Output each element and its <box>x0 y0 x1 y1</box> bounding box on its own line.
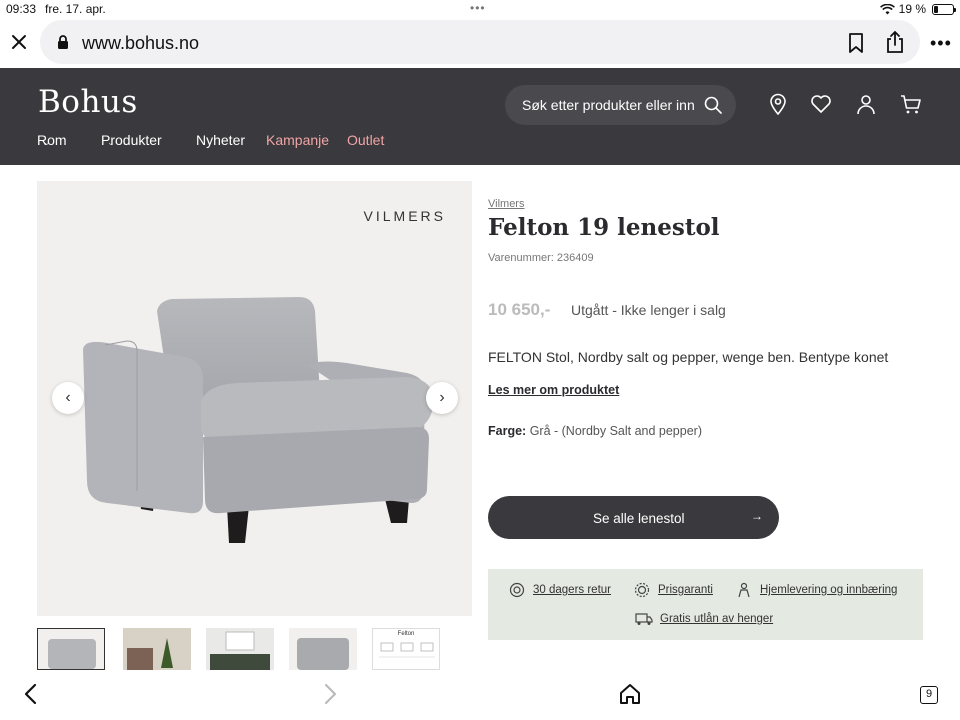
cart-icon[interactable] <box>900 93 922 115</box>
bookmark-icon[interactable] <box>846 32 866 54</box>
armchair-thumbnail <box>297 638 349 670</box>
product-price: 10 650,- <box>488 300 551 319</box>
heart-icon[interactable] <box>810 93 832 115</box>
nav-item-label: Produkter <box>101 132 162 148</box>
brand-mark: VILMERS <box>363 208 446 224</box>
trailer-icon <box>635 613 653 625</box>
cta-label: Se alle lenestol <box>593 511 685 526</box>
search-placeholder: Søk etter produkter eller innl <box>522 97 694 113</box>
thumbnail-2[interactable] <box>123 628 191 670</box>
nav-item-rom[interactable]: Rom ⌄ <box>37 132 67 148</box>
status-date: fre. 17. apr. <box>45 2 106 16</box>
browser-bottom-toolbar: 9 <box>0 670 960 720</box>
usp-trailer-loan[interactable]: Gratis utlån av henger <box>660 613 773 625</box>
location-pin-icon[interactable] <box>767 93 789 115</box>
status-right: 19 % <box>879 2 956 16</box>
search-icon[interactable] <box>704 96 722 114</box>
url-text: www.bohus.no <box>82 33 200 53</box>
nav-item-label: Rom <box>37 132 67 148</box>
room-scene-thumbnail <box>206 628 274 670</box>
nav-item-kampanje[interactable]: Kampanje <box>266 132 329 148</box>
more-icon[interactable]: ••• <box>930 34 952 52</box>
see-all-armchairs-button[interactable]: Se alle lenestol → <box>488 496 779 539</box>
thumbnail-strip: Felton <box>37 628 457 670</box>
dimension-drawing-thumbnail <box>379 642 435 658</box>
brand-link[interactable]: Vilmers <box>488 198 524 210</box>
thumbnail-1[interactable] <box>37 628 105 670</box>
battery-icon <box>932 3 956 15</box>
usp-box: 30 dagers retur Prisgaranti Hjemlevering… <box>488 569 923 640</box>
nav-item-outlet[interactable]: Outlet <box>347 132 384 148</box>
gallery-next-button[interactable]: › <box>426 382 458 414</box>
wifi-icon <box>879 3 895 14</box>
gallery-prev-button[interactable]: ‹ <box>52 382 84 414</box>
thumbnail-3[interactable] <box>206 628 274 670</box>
product-sku: Varenummer: 236409 <box>488 252 594 264</box>
usp-home-delivery[interactable]: Hjemlevering og innbæring <box>760 584 897 596</box>
close-icon[interactable] <box>9 32 29 52</box>
user-icon[interactable] <box>855 93 877 115</box>
browser-toolbar: www.bohus.no ••• <box>0 18 960 68</box>
product-description: FELTON Stol, Nordby salt og pepper, weng… <box>488 349 889 365</box>
armchair-thumbnail <box>48 639 96 669</box>
nav-item-produkter[interactable]: Produkter ⌄ <box>101 132 162 148</box>
read-more-link[interactable]: Les mer om produktet <box>488 383 619 397</box>
multitask-dots-icon[interactable]: ••• <box>470 1 486 15</box>
nav-item-nyheter[interactable]: Nyheter <box>196 132 245 148</box>
back-icon[interactable] <box>19 682 43 706</box>
thumbnail-5[interactable]: Felton <box>372 628 440 670</box>
color-info: Farge: Grå - (Nordby Salt and pepper) <box>488 424 702 438</box>
armchair-image <box>83 297 434 543</box>
usp-return[interactable]: 30 dagers retur <box>533 584 611 596</box>
battery-percent: 19 % <box>898 2 926 16</box>
home-icon[interactable] <box>618 682 642 706</box>
site-header: Bohus Søk etter produkter eller innl Rom… <box>0 68 960 165</box>
search-input[interactable]: Søk etter produkter eller innl <box>505 85 736 125</box>
product-title: Felton 19 lenestol <box>488 214 720 241</box>
availability-status: Utgått - Ikke lenger i salg <box>571 302 726 318</box>
return-icon <box>509 582 525 598</box>
status-time: 09:33 <box>6 2 37 16</box>
price-guarantee-icon <box>634 582 650 598</box>
product-image-gallery: VILMERS ‹ › <box>37 181 472 616</box>
address-bar[interactable]: www.bohus.no <box>40 20 920 64</box>
site-logo[interactable]: Bohus <box>38 84 138 120</box>
thumbnail-4[interactable] <box>289 628 357 670</box>
status-bar: 09:33 fre. 17. apr. ••• 19 % <box>0 0 960 18</box>
forward-icon[interactable] <box>318 682 342 706</box>
color-value: Grå - (Nordby Salt and pepper) <box>529 424 702 438</box>
color-label: Farge: <box>488 424 527 438</box>
share-icon[interactable] <box>884 30 906 54</box>
chevron-left-icon: ‹ <box>65 389 71 406</box>
room-scene-thumbnail <box>123 628 191 670</box>
usp-price-guarantee[interactable]: Prisgaranti <box>658 584 713 596</box>
lock-icon <box>58 35 68 49</box>
tabs-button[interactable]: 9 <box>920 686 938 704</box>
arrow-right-icon: → <box>751 509 763 523</box>
chevron-right-icon: › <box>439 389 445 406</box>
delivery-person-icon <box>738 582 750 598</box>
